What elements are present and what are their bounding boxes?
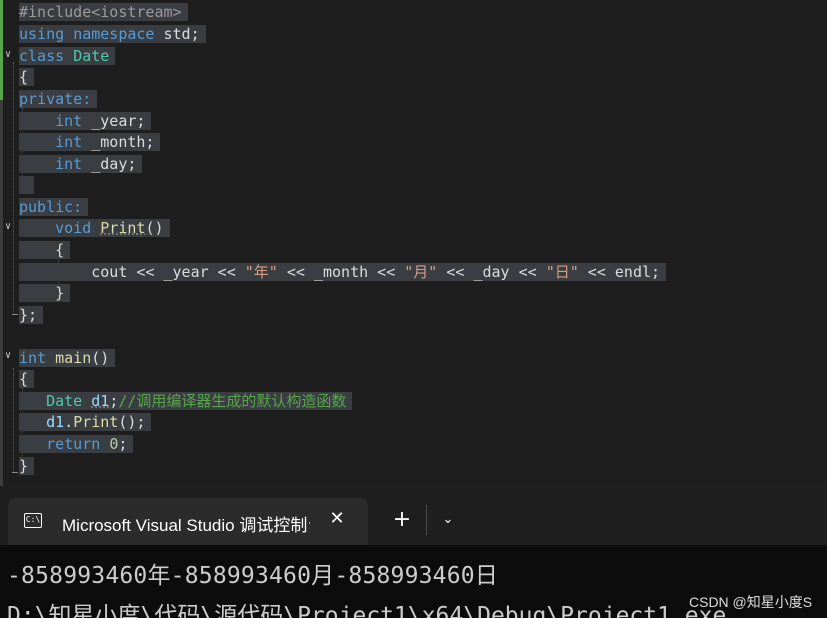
stream-op: << _month <<: [277, 263, 405, 281]
code-line: public:: [19, 196, 89, 218]
class-keyword: class: [19, 47, 65, 65]
variable-name: d1: [46, 413, 65, 431]
type-keyword: void: [55, 219, 92, 237]
member-name: _month;: [91, 133, 155, 151]
member-name: _year;: [91, 112, 146, 130]
std-identifier: std;: [163, 25, 200, 43]
cout-stream: cout << _year <<: [91, 263, 245, 281]
console-app-icon: C:\: [24, 513, 42, 528]
semicolon: ;: [118, 435, 128, 453]
close-brace: }: [19, 457, 29, 475]
parens: (): [145, 219, 164, 237]
console-tab[interactable]: C:\ Microsoft Visual Studio 调试控制台 ✕: [8, 498, 368, 545]
class-fold-end: [12, 312, 18, 315]
return-keyword: return: [46, 435, 101, 453]
close-brace: }: [55, 284, 65, 302]
code-line: [19, 174, 35, 196]
string-literal: "日": [545, 263, 579, 281]
code-line: #include<iostream>: [19, 1, 188, 23]
function-name: Print: [100, 219, 146, 237]
chevron-down-icon[interactable]: ⌄: [438, 510, 458, 530]
fold-print-icon[interactable]: ∨: [5, 222, 17, 232]
function-name: main: [55, 349, 92, 367]
private-label: private:: [19, 90, 92, 108]
open-brace: {: [19, 370, 29, 388]
close-icon[interactable]: ✕: [326, 508, 348, 530]
code-line: int _year;: [19, 110, 152, 132]
parens: (): [91, 349, 110, 367]
member-name: _day;: [91, 155, 137, 173]
type-keyword: int: [55, 133, 83, 151]
new-tab-button[interactable]: +: [390, 508, 414, 532]
class-fold-guide: [13, 62, 14, 314]
code-line: {: [19, 66, 35, 88]
debug-console-window[interactable]: C:\ Microsoft Visual Studio 调试控制台 ✕ + ⌄ …: [0, 486, 827, 618]
open-brace: {: [55, 241, 65, 259]
number-literal: 0: [109, 435, 119, 453]
code-line: };: [19, 304, 44, 326]
code-line: {: [19, 239, 71, 261]
code-line: void Print(): [19, 217, 170, 239]
change-margin: [0, 0, 3, 486]
code-line: cout << _year << "年" << _month << "月" <<…: [19, 261, 667, 283]
code-line: return 0;: [19, 433, 134, 455]
code-line: int _day;: [19, 153, 143, 175]
type-keyword: int: [55, 112, 83, 130]
fold-main-icon[interactable]: ∨: [5, 351, 17, 361]
code-line: d1.Print();: [19, 411, 152, 433]
code-line: class Date: [19, 45, 116, 67]
code-comment: //调用编译器生成的默认构造函数: [118, 392, 347, 410]
type-name: Date: [46, 392, 83, 410]
open-brace: {: [19, 68, 29, 86]
class-close: };: [19, 306, 38, 324]
stream-op: << _day <<: [437, 263, 546, 281]
code-line: int _month;: [19, 131, 161, 153]
public-label: public:: [19, 198, 83, 216]
code-line: }: [19, 282, 71, 304]
tab-divider: [426, 505, 427, 535]
using-keyword: using: [19, 25, 65, 43]
changed-lines-marker: [0, 0, 3, 100]
console-output-line: -858993460年-858993460月-858993460日: [7, 563, 499, 589]
type-keyword: int: [55, 155, 83, 173]
semicolon: ;: [109, 392, 119, 410]
code-line: {: [19, 368, 35, 390]
tab-title: Microsoft Visual Studio 调试控制台: [62, 516, 310, 535]
class-name: Date: [73, 47, 110, 65]
code-line: private:: [19, 88, 98, 110]
dot: .: [64, 413, 74, 431]
console-output-line: D:\知星小度\代码\源代码\Project1\x64\Debug\Projec…: [7, 603, 727, 618]
code-line: using namespace std;: [19, 23, 206, 45]
include-directive: #include<iostream>: [19, 3, 182, 21]
string-literal: "月": [404, 263, 438, 281]
code-editor[interactable]: ∨ ∨ ∨ #include<iostream> using namespace…: [0, 0, 827, 486]
main-fold-guide: [13, 368, 14, 472]
function-name: Print: [73, 413, 119, 431]
fold-class-icon[interactable]: ∨: [5, 50, 17, 60]
terminal-tab-bar: C:\ Microsoft Visual Studio 调试控制台 ✕ + ⌄: [0, 486, 827, 545]
namespace-keyword: namespace: [73, 25, 155, 43]
code-line: int main(): [19, 347, 116, 369]
code-line: }: [19, 455, 35, 477]
main-fold-end: [12, 470, 18, 473]
string-literal: "年": [244, 263, 278, 281]
endl: << endl;: [578, 263, 661, 281]
variable-name: d1: [91, 392, 110, 410]
code-line: Date d1;//调用编译器生成的默认构造函数: [19, 390, 353, 412]
type-keyword: int: [19, 349, 47, 367]
call-parens: ();: [118, 413, 146, 431]
csdn-watermark: CSDN @知星小度S: [689, 594, 813, 610]
